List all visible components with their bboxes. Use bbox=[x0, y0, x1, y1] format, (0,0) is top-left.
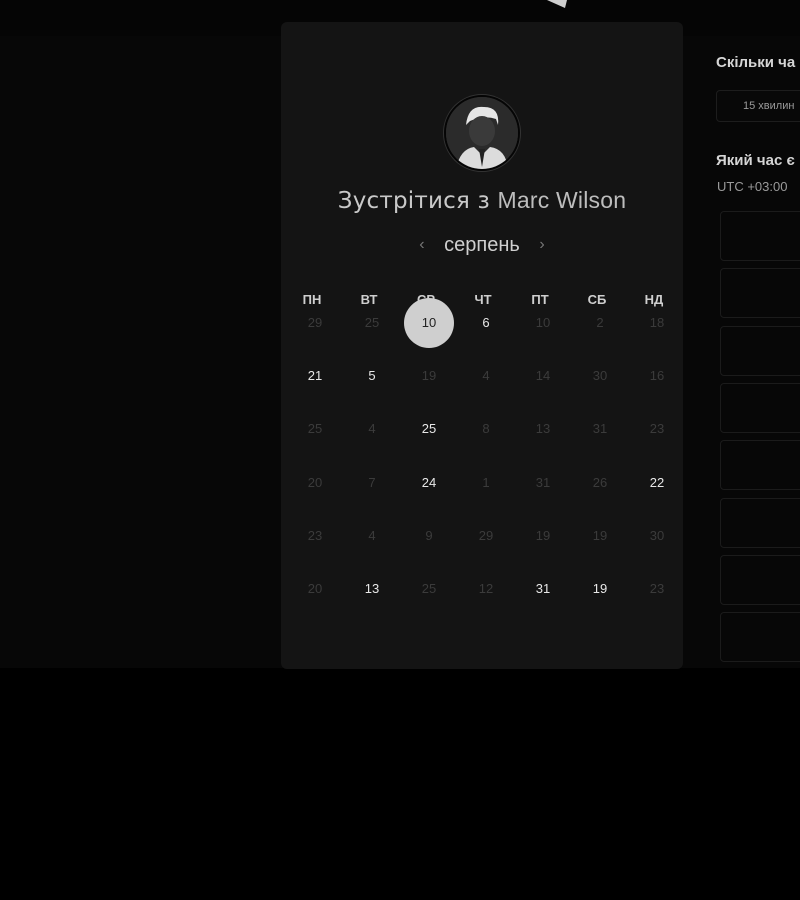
calendar-day: 7 bbox=[368, 474, 376, 490]
calendar-day: 25 bbox=[307, 421, 323, 437]
calendar-day[interactable]: 25 bbox=[404, 404, 454, 454]
time-slot-button[interactable] bbox=[720, 325, 800, 376]
calendar-day: 19 bbox=[592, 527, 608, 543]
prev-month-button[interactable]: ‹ bbox=[405, 236, 438, 254]
calendar-day: 31 bbox=[535, 474, 551, 490]
time-slot-button[interactable] bbox=[720, 554, 800, 605]
heading-prefix: Зустрітися з bbox=[337, 188, 490, 214]
calendar-day: 23 bbox=[649, 581, 665, 596]
calendar-day: 29 bbox=[478, 527, 494, 543]
time-title: Який час є bbox=[716, 152, 795, 169]
header-decoration-icon bbox=[515, 0, 567, 8]
calendar-day[interactable]: 19 bbox=[575, 564, 625, 614]
timezone-label: UTC +03:00 bbox=[717, 179, 788, 194]
calendar-day: 19 bbox=[421, 368, 437, 384]
calendar-day-selected[interactable]: 10 bbox=[404, 298, 454, 348]
next-month-button[interactable]: › bbox=[525, 236, 558, 254]
calendar-day: 18 bbox=[649, 315, 665, 330]
calendar-day: 19 bbox=[535, 527, 551, 543]
calendar-day: 9 bbox=[425, 527, 433, 543]
time-slot-button[interactable] bbox=[720, 268, 800, 319]
calendar-day: 10 bbox=[535, 315, 551, 330]
calendar-day: 30 bbox=[649, 527, 665, 543]
calendar-day[interactable]: 5 bbox=[347, 351, 397, 401]
host-name: Marc Wilson bbox=[497, 187, 627, 213]
calendar-day: 29 bbox=[307, 315, 323, 330]
calendar-day[interactable]: 24 bbox=[404, 458, 454, 508]
time-slot-button[interactable] bbox=[720, 497, 800, 548]
host-avatar-icon bbox=[446, 97, 518, 169]
page-title: Зустрітися з Marc Wilson bbox=[281, 187, 683, 214]
calendar-day: 20 bbox=[307, 581, 323, 596]
booking-card: Зустрітися з Marc Wilson ‹ серпень › ПН В… bbox=[281, 22, 683, 669]
host-avatar bbox=[444, 95, 520, 171]
calendar-day: 13 bbox=[535, 421, 551, 437]
time-slot-button[interactable] bbox=[720, 612, 800, 663]
calendar-day: 25 bbox=[421, 581, 437, 596]
time-slot-button[interactable] bbox=[720, 382, 800, 433]
time-selection-panel: Скільки ча 15 хвилин Який час є UTC +03:… bbox=[700, 22, 800, 669]
month-label: серпень bbox=[444, 234, 520, 256]
calendar-day: 14 bbox=[535, 368, 551, 384]
calendar-day: 8 bbox=[482, 421, 490, 437]
calendar-day: 2 bbox=[596, 315, 604, 330]
calendar-day: 4 bbox=[368, 421, 376, 437]
calendar-day: 23 bbox=[307, 527, 323, 543]
calendar-day: 16 bbox=[649, 368, 665, 384]
calendar-day[interactable]: 13 bbox=[347, 564, 397, 614]
calendar-day: 23 bbox=[649, 421, 665, 437]
calendar-day: 30 bbox=[592, 368, 608, 384]
calendar-day: 26 bbox=[592, 474, 608, 490]
calendar-day[interactable]: 6 bbox=[461, 298, 511, 348]
calendar-day: 4 bbox=[482, 368, 490, 384]
calendar-day: 1 bbox=[482, 474, 490, 490]
calendar-day: 4 bbox=[368, 527, 376, 543]
time-slot-button[interactable] bbox=[720, 440, 800, 491]
calendar-day[interactable]: 31 bbox=[518, 564, 568, 614]
time-slot-button[interactable] bbox=[720, 211, 800, 261]
calendar-day: 12 bbox=[478, 581, 494, 596]
calendar-day[interactable]: 21 bbox=[290, 351, 340, 401]
calendar-day[interactable]: 22 bbox=[632, 458, 682, 508]
month-navigation: ‹ серпень › bbox=[281, 234, 683, 257]
calendar-day: 31 bbox=[592, 421, 608, 437]
calendar-day: 20 bbox=[307, 474, 323, 490]
calendar-day: 25 bbox=[364, 315, 380, 330]
duration-select[interactable]: 15 хвилин bbox=[716, 90, 800, 122]
duration-title: Скільки ча bbox=[716, 54, 796, 71]
